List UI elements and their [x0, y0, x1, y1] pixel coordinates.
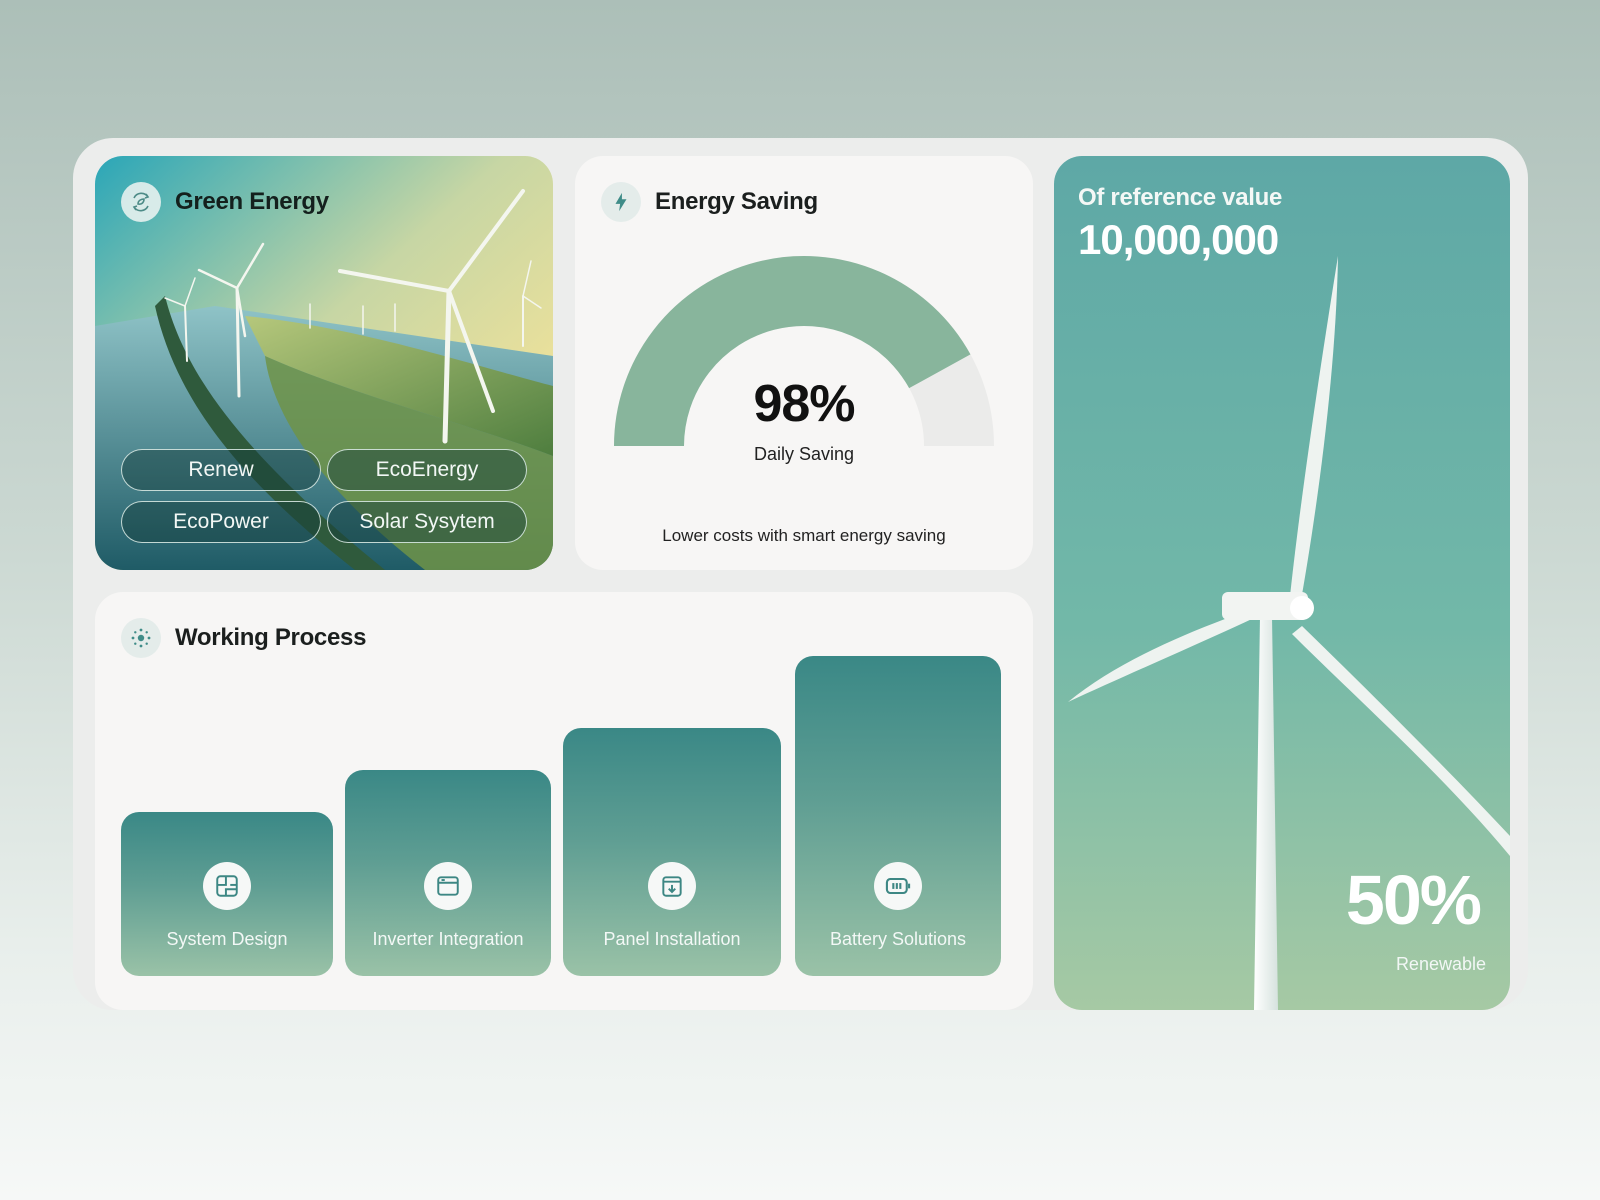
window-icon — [424, 862, 472, 910]
step-inverter-integration[interactable]: Inverter Integration — [345, 770, 551, 976]
working-process-title: Working Process — [175, 624, 367, 651]
network-icon — [121, 618, 161, 658]
energy-saving-title: Energy Saving — [655, 188, 818, 215]
step-label: System Design — [166, 929, 288, 949]
green-energy-header: Green Energy — [121, 182, 329, 222]
working-process-card: Working Process System Design Inverter I… — [95, 592, 1033, 1010]
lightning-icon — [601, 182, 641, 222]
tag-ecopower[interactable]: EcoPower — [121, 501, 321, 543]
renewable-percent: 50% — [1345, 861, 1482, 939]
energy-saving-card: Energy Saving 98% Daily Saving Lower cos… — [575, 156, 1033, 570]
step-label: Inverter Integration — [372, 929, 524, 949]
tag-ecoenergy[interactable]: EcoEnergy — [327, 449, 527, 491]
step-label: Battery Solutions — [829, 929, 967, 949]
reference-value: 10,000,000 — [1078, 216, 1279, 263]
saving-percent: 98% — [753, 375, 855, 433]
step-panel-installation[interactable]: Panel Installation — [563, 728, 781, 976]
eco-cycle-icon — [121, 182, 161, 222]
saving-caption: Lower costs with smart energy saving — [662, 526, 946, 545]
dashboard-board: Green Energy Renew EcoEnergy EcoPower So… — [73, 138, 1528, 1010]
download-box-icon — [648, 862, 696, 910]
reference-value-card: Of reference value 10,000,000 50% Renewa… — [1054, 156, 1510, 1010]
energy-saving-header: Energy Saving — [601, 182, 818, 222]
step-label: Panel Installation — [603, 929, 741, 949]
step-battery-solutions[interactable]: Battery Solutions — [795, 656, 1001, 976]
renewable-label: Renewable — [1395, 954, 1486, 974]
working-process-header: Working Process — [121, 618, 366, 658]
green-energy-title: Green Energy — [175, 188, 329, 215]
tag-renew[interactable]: Renew — [121, 449, 321, 491]
green-energy-card: Green Energy Renew EcoEnergy EcoPower So… — [95, 156, 553, 570]
blueprint-icon — [203, 862, 251, 910]
step-system-design[interactable]: System Design — [121, 812, 333, 976]
tag-solar-system[interactable]: Solar Sysytem — [327, 501, 527, 543]
saving-subtitle: Daily Saving — [753, 444, 855, 464]
reference-label: Of reference value — [1078, 184, 1283, 211]
battery-icon — [874, 862, 922, 910]
